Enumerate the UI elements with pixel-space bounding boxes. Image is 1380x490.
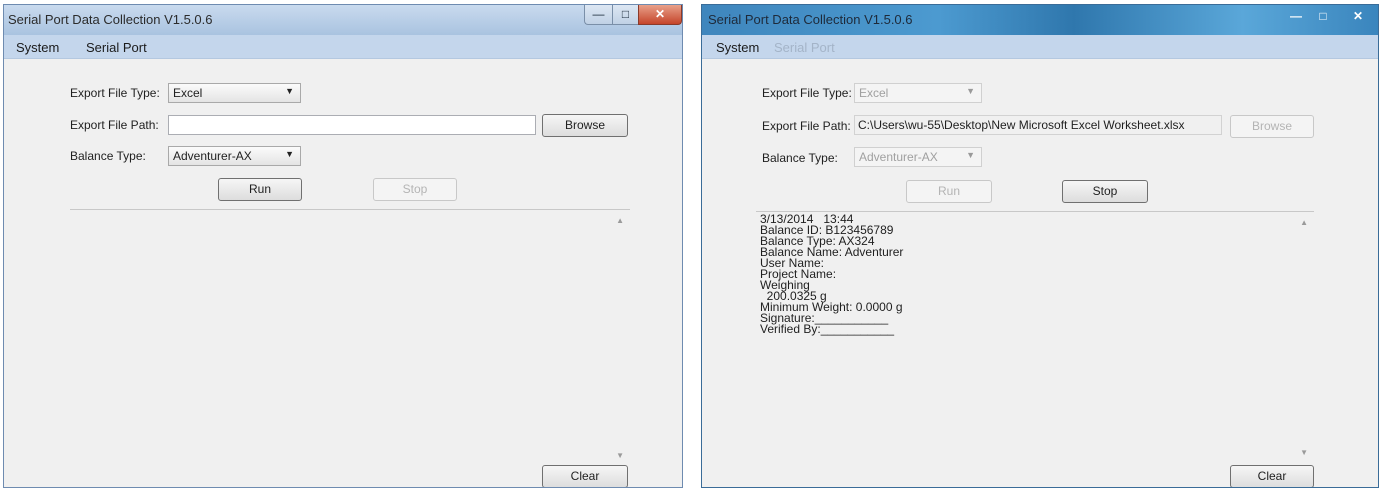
menu-system[interactable]: System bbox=[16, 40, 59, 55]
output-line: User Name: bbox=[760, 256, 825, 270]
stop-button[interactable]: Stop bbox=[1062, 180, 1148, 203]
app-window-running: Serial Port Data Collection V1.5.0.6 — □… bbox=[701, 4, 1379, 488]
export-file-path-input[interactable] bbox=[168, 115, 536, 135]
menu-system[interactable]: System bbox=[716, 40, 759, 55]
window-title: Serial Port Data Collection V1.5.0.6 bbox=[8, 12, 213, 27]
export-file-path-label: Export File Path: bbox=[70, 118, 159, 132]
export-file-type-value: Excel bbox=[859, 86, 889, 100]
minimize-icon[interactable]: — bbox=[1282, 7, 1310, 27]
menu-bar: System Serial Port bbox=[4, 35, 682, 59]
title-bar[interactable]: Serial Port Data Collection V1.5.0.6 — □… bbox=[4, 5, 682, 35]
stop-button[interactable]: Stop bbox=[373, 178, 457, 201]
maximize-icon[interactable]: □ bbox=[612, 5, 638, 25]
export-file-type-value: Excel bbox=[173, 86, 203, 100]
close-icon[interactable]: ✕ bbox=[1338, 7, 1378, 27]
scroll-down-arrow-icon[interactable]: ▼ bbox=[616, 451, 624, 460]
output-line: Balance Name: Adventurer bbox=[760, 245, 904, 259]
maximize-icon[interactable]: □ bbox=[1312, 7, 1334, 27]
balance-type-value: Adventurer-AX bbox=[173, 149, 252, 163]
main-panel: Export File Type: Excel ▼ Export File Pa… bbox=[702, 59, 1378, 487]
close-icon[interactable]: ✕ bbox=[638, 5, 682, 25]
scroll-down-arrow-icon[interactable]: ▼ bbox=[1300, 448, 1308, 457]
output-line: Weighing bbox=[760, 278, 810, 292]
app-window-idle: Serial Port Data Collection V1.5.0.6 — □… bbox=[3, 4, 683, 488]
clear-button[interactable]: Clear bbox=[1230, 465, 1314, 487]
chevron-down-icon: ▼ bbox=[285, 149, 294, 159]
export-file-type-select: Excel ▼ bbox=[854, 83, 982, 103]
balance-type-label: Balance Type: bbox=[70, 149, 146, 163]
export-file-type-select[interactable]: Excel ▼ bbox=[168, 83, 301, 103]
browse-button: Browse bbox=[1230, 115, 1314, 138]
balance-type-label: Balance Type: bbox=[762, 151, 838, 165]
balance-type-value: Adventurer-AX bbox=[859, 150, 938, 164]
window-title: Serial Port Data Collection V1.5.0.6 bbox=[708, 12, 913, 27]
output-text-area[interactable]: ▲ ▼ bbox=[70, 209, 630, 464]
clear-button[interactable]: Clear bbox=[542, 465, 628, 487]
run-button: Run bbox=[906, 180, 992, 203]
balance-type-select: Adventurer-AX ▼ bbox=[854, 147, 982, 167]
scroll-up-arrow-icon[interactable]: ▲ bbox=[616, 216, 624, 225]
balance-type-select[interactable]: Adventurer-AX ▼ bbox=[168, 146, 301, 166]
output-lines: 3/13/2014 13:44 Balance ID: B123456789 Bal… bbox=[760, 213, 1310, 336]
export-file-path-input[interactable]: C:\Users\wu-55\Desktop\New Microsoft Exc… bbox=[854, 115, 1222, 135]
run-button[interactable]: Run bbox=[218, 178, 302, 201]
title-bar[interactable]: Serial Port Data Collection V1.5.0.6 — □… bbox=[702, 5, 1378, 35]
output-line: Verified By:___________ bbox=[760, 322, 895, 336]
chevron-down-icon: ▼ bbox=[285, 86, 294, 96]
menu-bar: System Serial Port bbox=[702, 35, 1378, 59]
chevron-down-icon: ▼ bbox=[966, 86, 975, 96]
output-text-area[interactable]: 3/13/2014 13:44 Balance ID: B123456789 Bal… bbox=[756, 211, 1314, 461]
main-panel: Export File Type: Excel ▼ Export File Pa… bbox=[4, 59, 682, 487]
export-file-path-label: Export File Path: bbox=[762, 119, 851, 133]
chevron-down-icon: ▼ bbox=[966, 150, 975, 160]
output-line: Project Name: bbox=[760, 267, 837, 281]
menu-serial-port: Serial Port bbox=[774, 40, 835, 55]
minimize-icon[interactable]: — bbox=[584, 5, 612, 25]
scroll-up-arrow-icon[interactable]: ▲ bbox=[1300, 218, 1308, 227]
menu-serial-port[interactable]: Serial Port bbox=[86, 40, 147, 55]
export-file-type-label: Export File Type: bbox=[70, 86, 160, 100]
browse-button[interactable]: Browse bbox=[542, 114, 628, 137]
export-file-type-label: Export File Type: bbox=[762, 86, 852, 100]
